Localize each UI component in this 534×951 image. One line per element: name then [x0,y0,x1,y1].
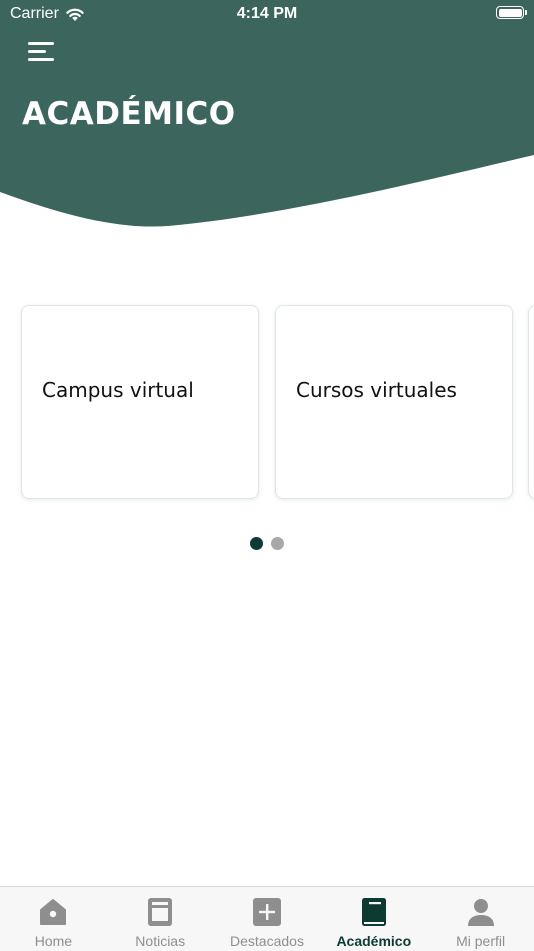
tab-home[interactable]: Home [0,887,107,951]
card-next-partial[interactable] [528,305,534,499]
card-campus-virtual[interactable]: Campus virtual [21,305,259,499]
page-dot-1[interactable] [250,537,263,550]
tab-destacados[interactable]: Destacados [214,887,321,951]
page-dot-2[interactable] [271,537,284,550]
tab-mi-perfil[interactable]: Mi perfil [427,887,534,951]
tab-academico[interactable]: Académico [320,887,427,951]
person-icon [467,899,494,926]
tab-noticias[interactable]: Noticias [107,887,214,951]
tab-label: Home [34,933,73,949]
status-bar: Carrier 4:14 PM [0,0,534,28]
book-icon [361,898,386,926]
carousel[interactable]: Campus virtual Cursos virtuales [0,302,534,504]
home-icon [40,899,67,925]
page-title: ACADÉMICO [22,96,236,132]
menu-icon [28,42,54,45]
page-indicator [0,537,534,550]
menu-button[interactable] [22,36,58,68]
tab-label: Noticias [135,933,186,949]
news-icon [148,898,173,926]
status-time: 4:14 PM [236,5,298,22]
card-label: Campus virtual [42,378,194,402]
battery-icon [496,6,527,19]
tab-label: Mi perfil [456,933,506,949]
tab-bar: Home Noticias Destacados Académico Mi pe… [0,886,534,951]
card-label: Cursos virtuales [296,378,457,402]
tab-label: Destacados [230,933,304,949]
tab-label: Académico [336,933,412,949]
card-cursos-virtuales[interactable]: Cursos virtuales [275,305,513,499]
plus-square-icon [252,898,281,926]
